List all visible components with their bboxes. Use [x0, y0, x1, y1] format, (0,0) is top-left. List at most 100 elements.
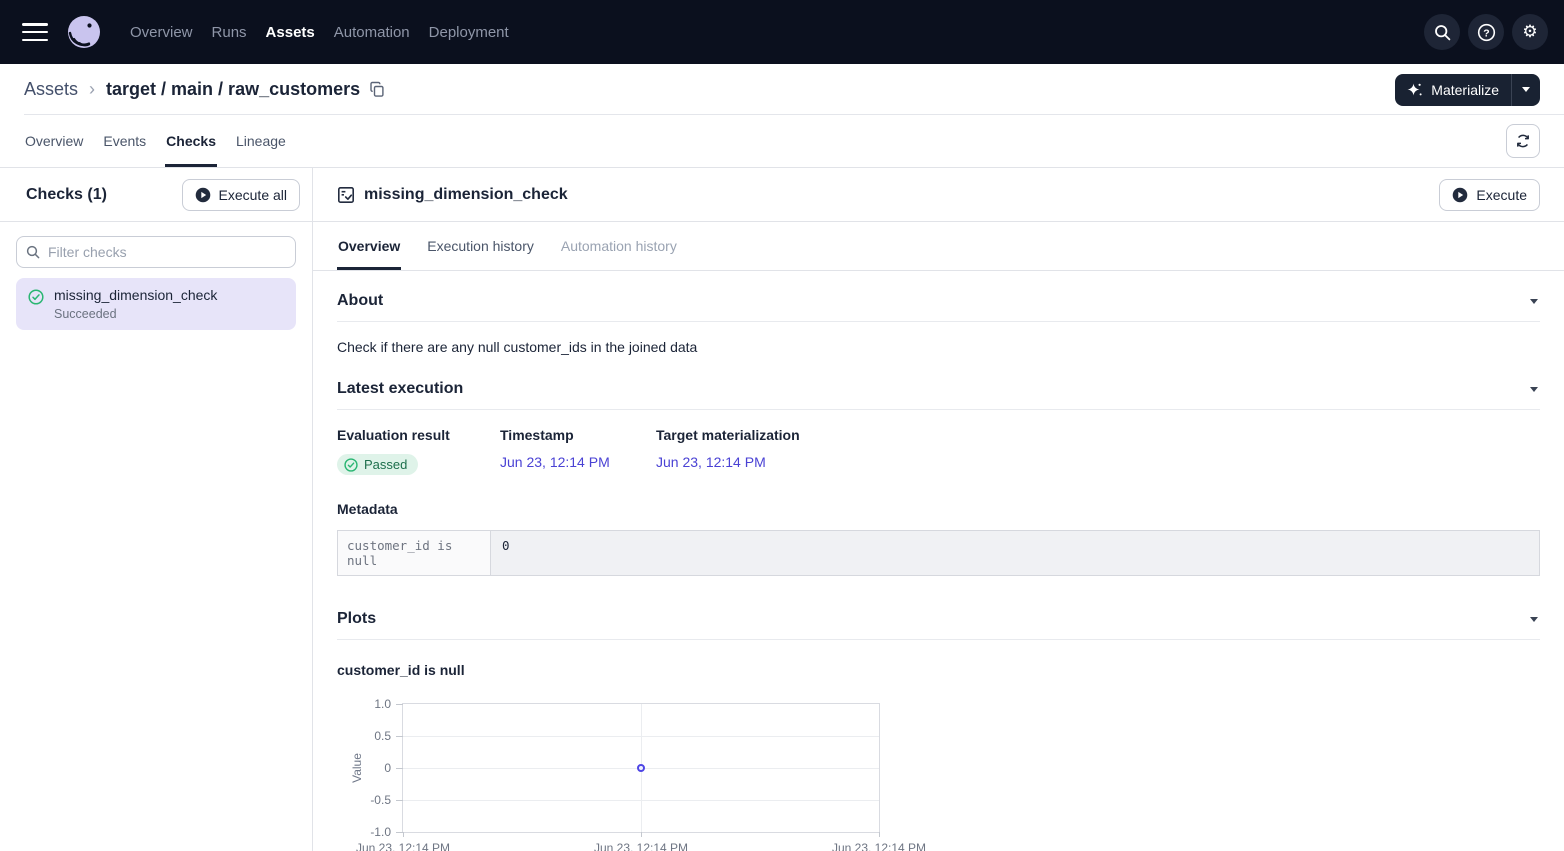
y-tick-label: 0.5 [374, 729, 391, 743]
materialize-split-button: Materialize [1395, 74, 1540, 106]
tab-events[interactable]: Events [102, 115, 147, 167]
checks-sidebar: Checks (1) Execute all [0, 168, 313, 851]
execute-all-button[interactable]: Execute all [182, 179, 300, 211]
sparkle-icon [1407, 82, 1423, 98]
y-axis-label: Value [350, 753, 364, 783]
materialize-dropdown-button[interactable] [1511, 74, 1540, 106]
check-status: Succeeded [54, 307, 217, 321]
y-tick [396, 832, 403, 833]
help-button[interactable]: ? [1468, 14, 1504, 50]
detail-tab-overview[interactable]: Overview [337, 222, 401, 270]
target-materialization-link[interactable]: Jun 23, 12:14 PM [656, 454, 766, 470]
table-row: customer_id is null 0 [338, 531, 1539, 575]
filter-checks-wrap [16, 236, 296, 268]
about-section: About Check if there are any null custom… [337, 271, 1540, 368]
sidebar-header: Checks (1) Execute all [0, 168, 312, 222]
y-tick-label: -1.0 [370, 825, 391, 839]
chevron-down-icon [1530, 299, 1538, 304]
target-materialization-label: Target materialization [656, 427, 1540, 443]
check-name: missing_dimension_check [54, 287, 217, 303]
latest-execution-heading: Latest execution [337, 380, 463, 398]
plots-heading: Plots [337, 610, 376, 628]
primary-nav: Overview Runs Assets Automation Deployme… [130, 24, 509, 41]
collapse-about-button[interactable] [1528, 295, 1540, 308]
execute-button[interactable]: Execute [1439, 179, 1540, 211]
materialize-button[interactable]: Materialize [1395, 74, 1511, 106]
asset-key-path: target / main / raw_customers [106, 79, 360, 100]
help-icon: ? [1477, 23, 1496, 42]
x-tick [403, 832, 404, 837]
asset-tabs-row: Overview Events Checks Lineage [0, 115, 1564, 168]
nav-overview[interactable]: Overview [130, 24, 193, 41]
detail-body: About Check if there are any null custom… [313, 271, 1564, 851]
evaluation-result-label: Evaluation result [337, 427, 500, 443]
check-circle-icon [28, 289, 44, 305]
y-tick [396, 736, 403, 737]
search-button[interactable] [1424, 14, 1460, 50]
breadcrumb-assets-link[interactable]: Assets [24, 79, 78, 100]
chevron-down-icon [1530, 617, 1538, 622]
octopus-logo-icon [64, 12, 104, 52]
refresh-button[interactable] [1506, 124, 1540, 158]
y-tick-label: 1.0 [374, 697, 391, 711]
gear-icon: ⚙ [1522, 24, 1537, 41]
x-tick [879, 832, 880, 837]
chevron-down-icon [1522, 87, 1530, 92]
top-nav: Overview Runs Assets Automation Deployme… [0, 0, 1564, 64]
dagster-logo[interactable] [64, 12, 104, 52]
detail-header: missing_dimension_check Execute [313, 168, 1564, 222]
nav-runs[interactable]: Runs [212, 24, 247, 41]
timestamp-link[interactable]: Jun 23, 12:14 PM [500, 454, 610, 470]
execution-summary: Evaluation result Passed [337, 410, 1540, 475]
detail-tabs-row: Overview Execution history Automation hi… [313, 222, 1564, 271]
check-detail-title: missing_dimension_check [364, 186, 568, 204]
metadata-table: customer_id is null 0 [337, 530, 1540, 576]
x-tick-label: Jun 23, 12:14 PM [594, 841, 688, 851]
checks-count-title: Checks (1) [26, 186, 107, 204]
search-icon [26, 245, 40, 259]
menu-icon[interactable] [22, 23, 48, 41]
y-tick [396, 768, 403, 769]
collapse-plots-button[interactable] [1528, 613, 1540, 626]
y-tick [396, 704, 403, 705]
tab-checks[interactable]: Checks [165, 115, 217, 167]
metadata-key-cell: customer_id is null [338, 531, 491, 575]
metadata-heading: Metadata [337, 501, 1540, 517]
asset-check-icon [337, 186, 355, 204]
refresh-icon [1515, 133, 1531, 149]
timestamp-label: Timestamp [500, 427, 656, 443]
x-tick-label: Jun 23, 12:14 PM [356, 841, 450, 851]
detail-tab-automation-history[interactable]: Automation history [560, 222, 678, 270]
plots-section: Plots customer_id is null Value 1.00.50-… [337, 576, 1540, 851]
plot-title: customer_id is null [337, 662, 1540, 678]
breadcrumb-row: Assets › target / main / raw_customers M… [0, 64, 1564, 115]
play-icon [1452, 187, 1468, 203]
check-list-item[interactable]: missing_dimension_check Succeeded [16, 278, 296, 330]
plot-area: 1.00.50-0.5-1.0Jun 23, 12:14 PMJun 23, 1… [402, 703, 880, 833]
chevron-down-icon [1530, 387, 1538, 392]
metadata-value-cell: 0 [491, 531, 1539, 575]
settings-button[interactable]: ⚙ [1512, 14, 1548, 50]
check-description: Check if there are any null customer_ids… [337, 322, 1540, 368]
nav-assets[interactable]: Assets [266, 24, 315, 41]
tab-overview[interactable]: Overview [24, 115, 84, 167]
y-tick-label: -0.5 [370, 793, 391, 807]
chevron-right-icon: › [89, 79, 95, 100]
tab-lineage[interactable]: Lineage [235, 115, 287, 167]
collapse-latest-execution-button[interactable] [1528, 383, 1540, 396]
check-circle-icon [344, 458, 358, 472]
detail-tab-execution-history[interactable]: Execution history [426, 222, 535, 270]
nav-automation[interactable]: Automation [334, 24, 410, 41]
latest-execution-section: Latest execution Evaluation result [337, 368, 1540, 576]
search-icon [1434, 24, 1451, 41]
x-tick-label: Jun 23, 12:14 PM [832, 841, 926, 851]
svg-text:?: ? [1483, 27, 1489, 39]
breadcrumb: Assets › target / main / raw_customers [24, 79, 385, 100]
about-heading: About [337, 292, 383, 310]
x-tick [641, 832, 642, 837]
passed-badge: Passed [337, 454, 418, 475]
copy-icon[interactable] [369, 81, 385, 98]
check-detail-panel: missing_dimension_check Execute Overview… [313, 168, 1564, 851]
nav-deployment[interactable]: Deployment [429, 24, 509, 41]
filter-checks-input[interactable] [16, 236, 296, 268]
